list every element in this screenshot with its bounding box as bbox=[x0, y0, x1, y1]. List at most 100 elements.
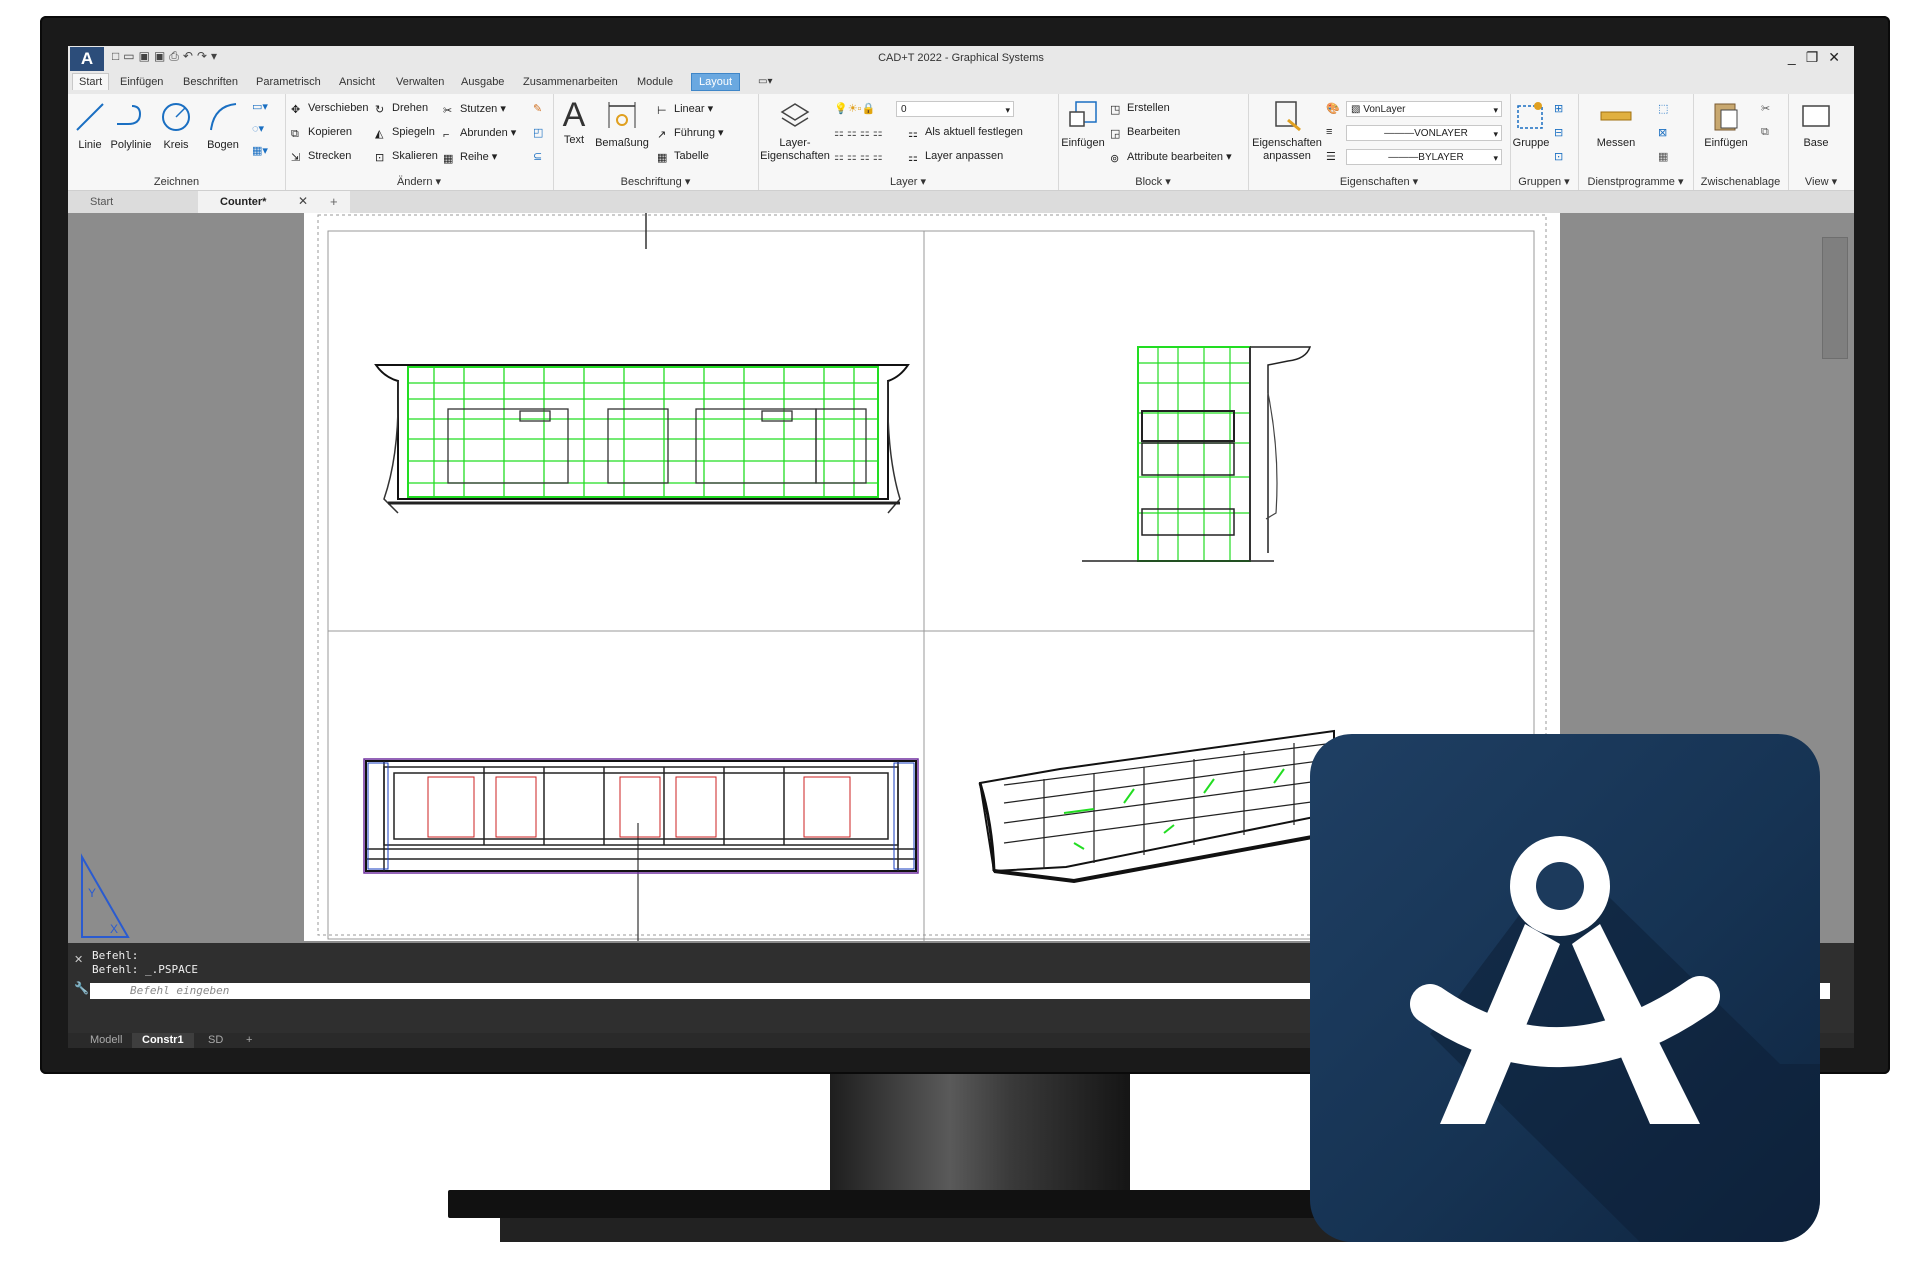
bearbeiten-button[interactable]: ◲ Bearbeiten bbox=[1110, 126, 1180, 140]
stretch-icon: ⇲ bbox=[291, 152, 301, 164]
ellipse-icon[interactable]: ◌▾ bbox=[252, 122, 264, 135]
polylinie-button[interactable]: Polylinie bbox=[108, 100, 154, 151]
layer-group-label: Layer ▾ bbox=[889, 176, 927, 188]
fuehrung-label: Führung bbox=[674, 127, 715, 139]
attribute-bearbeiten-button[interactable]: ⊚ Attribute bearbeiten ▾ bbox=[1110, 150, 1232, 165]
close-cmd-icon[interactable]: ✕ bbox=[74, 953, 83, 966]
fillet-icon: ⌐ bbox=[443, 129, 450, 141]
create-block-icon: ◳ bbox=[1110, 104, 1121, 116]
navigation-bar[interactable] bbox=[1822, 237, 1848, 359]
layer-dropdown[interactable]: 0 bbox=[896, 101, 1014, 118]
bemassung-button[interactable]: Bemaßung bbox=[593, 98, 651, 149]
spiegeln-button[interactable]: ◭ Spiegeln bbox=[375, 126, 435, 140]
block-group-label: Block ▾ bbox=[1135, 176, 1171, 188]
aendern-group-label: Ändern ▾ bbox=[396, 176, 442, 188]
messen-button[interactable]: Messen bbox=[1588, 98, 1644, 149]
eigenschaften-anpassen-button[interactable]: Eigenschaften anpassen bbox=[1250, 98, 1324, 163]
copy-icon: ⧉ bbox=[291, 128, 299, 140]
strecken-button[interactable]: ⇲ Strecken bbox=[291, 150, 351, 164]
group-view: Base View ▾ bbox=[1788, 94, 1854, 190]
layer-tools-row1[interactable]: ⚏ ⚏ ⚏ ⚏ bbox=[834, 126, 883, 139]
base-view-icon bbox=[1802, 105, 1830, 127]
clipboard-copy-icon[interactable]: ⧉ bbox=[1761, 126, 1769, 139]
verschieben-button[interactable]: ✥ Verschieben bbox=[291, 102, 369, 116]
group-zeichnen: Linie Polylinie Kreis Bogen ▭▾ ◌▾ ▦▾ Zei… bbox=[68, 94, 286, 190]
new-tab-icon[interactable]: + bbox=[330, 194, 338, 209]
linetype-dropdown[interactable]: ———VONLAYER bbox=[1346, 125, 1502, 142]
offset-icon[interactable]: ⊆ bbox=[533, 150, 542, 163]
restore-button[interactable]: ❐ bbox=[1806, 49, 1829, 65]
tab-zusammenarbeiten[interactable]: Zusammenarbeiten bbox=[523, 76, 618, 88]
quick-select-icon[interactable]: ⊠ bbox=[1658, 126, 1667, 139]
erstellen-button[interactable]: ◳ Erstellen bbox=[1110, 102, 1170, 116]
fuehrung-button[interactable]: ↗ Führung ▾ bbox=[657, 126, 724, 141]
group-layer: Layer- Eigenschaften 💡☀▫🔒 0 ⚏ ⚏ ⚏ ⚏ ⚏ Als… bbox=[758, 94, 1059, 190]
command-history: Befehl: Befehl: _.PSPACE bbox=[92, 949, 198, 977]
ungroup-icon[interactable]: ⊞ bbox=[1554, 102, 1563, 115]
close-tab-icon[interactable]: ✕ bbox=[298, 194, 308, 208]
table-icon: ▦ bbox=[657, 152, 668, 164]
select-all-icon[interactable]: ⬚ bbox=[1658, 102, 1668, 115]
eigenschaften-label: Eigenschaften bbox=[1339, 176, 1410, 188]
tab-layout[interactable]: Layout bbox=[691, 73, 741, 91]
abrunden-button[interactable]: ⌐ Abrunden ▾ bbox=[443, 126, 516, 141]
lineweight-dropdown[interactable]: ———BYLAYER bbox=[1346, 149, 1502, 166]
text-button[interactable]: A Text bbox=[557, 98, 591, 146]
reihe-button[interactable]: ▦ Reihe ▾ bbox=[443, 150, 497, 165]
paste-button[interactable]: Einfügen bbox=[1701, 98, 1751, 149]
stutzen-button[interactable]: ✂ Stutzen ▾ bbox=[443, 102, 506, 117]
cut-icon[interactable]: ✂ bbox=[1761, 102, 1770, 115]
layout-tab-modell[interactable]: Modell bbox=[80, 1033, 132, 1048]
hatch-icon[interactable]: ▦▾ bbox=[252, 144, 268, 157]
linetype-icon[interactable]: ≡ bbox=[1326, 126, 1332, 138]
close-button[interactable]: ✕ bbox=[1828, 49, 1850, 65]
tab-overflow-icon[interactable]: ▭▾ bbox=[758, 76, 772, 87]
block-einfuegen-button[interactable]: Einfügen bbox=[1060, 98, 1106, 149]
kreis-button[interactable]: Kreis bbox=[156, 100, 196, 151]
als-aktuell-button[interactable]: ⚏ Als aktuell festlegen bbox=[908, 126, 1023, 140]
monitor-stand-neck bbox=[830, 1074, 1130, 1194]
base-button[interactable]: Base bbox=[1796, 98, 1836, 149]
doc-tab-counter[interactable]: Counter* bbox=[198, 191, 350, 213]
calculator-icon[interactable]: ▦ bbox=[1658, 150, 1668, 163]
group-select-icon[interactable]: ⊡ bbox=[1554, 150, 1563, 163]
bogen-button[interactable]: Bogen bbox=[200, 100, 246, 151]
window-controls: _❐✕ bbox=[1788, 49, 1850, 66]
lineweight-icon[interactable]: ☰ bbox=[1326, 150, 1336, 163]
history-line-2: Befehl: _.PSPACE bbox=[92, 963, 198, 976]
layout-tab-sd[interactable]: SD bbox=[198, 1033, 233, 1048]
tab-parametrisch[interactable]: Parametrisch bbox=[256, 76, 321, 88]
group-eigenschaften: Eigenschaften anpassen 🎨 ▧ VonLayer ≡ ——… bbox=[1248, 94, 1511, 190]
layer-anpassen-label: Layer anpassen bbox=[925, 150, 1004, 162]
tab-beschriften[interactable]: Beschriften bbox=[183, 76, 238, 88]
layout-tab-constr1[interactable]: Constr1 bbox=[132, 1033, 194, 1048]
top-view-drawing bbox=[363, 758, 919, 874]
explode-icon[interactable]: ◰ bbox=[533, 126, 543, 139]
add-layout-icon[interactable]: + bbox=[236, 1033, 262, 1048]
color-dropdown[interactable]: ▧ VonLayer bbox=[1346, 101, 1502, 118]
gruppe-button[interactable]: Gruppe bbox=[1512, 98, 1550, 149]
skalieren-button[interactable]: ⊡ Skalieren bbox=[375, 150, 438, 164]
kopieren-button[interactable]: ⧉ Kopieren bbox=[291, 126, 352, 140]
drehen-button[interactable]: ↻ Drehen bbox=[375, 102, 428, 116]
layer-tools-row2[interactable]: ⚏ ⚏ ⚏ ⚏ bbox=[834, 150, 883, 163]
tab-ausgabe[interactable]: Ausgabe bbox=[461, 76, 504, 88]
color-wheel-icon[interactable]: 🎨 bbox=[1326, 102, 1340, 115]
rectangle-icon[interactable]: ▭▾ bbox=[252, 100, 268, 113]
doc-tab-start[interactable]: Start bbox=[68, 191, 200, 213]
tab-start[interactable]: Start bbox=[72, 73, 110, 90]
linear-button[interactable]: ⊢ Linear ▾ bbox=[657, 102, 713, 117]
layer-anpassen-button[interactable]: ⚏ Layer anpassen bbox=[908, 150, 1004, 164]
tabelle-button[interactable]: ▦ Tabelle bbox=[657, 150, 709, 164]
tab-module[interactable]: Module bbox=[637, 76, 673, 88]
tab-einfuegen[interactable]: Einfügen bbox=[120, 76, 163, 88]
erase-icon[interactable]: ✎ bbox=[533, 102, 542, 115]
tab-ansicht[interactable]: Ansicht bbox=[339, 76, 375, 88]
minimize-button[interactable]: _ bbox=[1788, 49, 1806, 65]
tab-verwalten[interactable]: Verwalten bbox=[396, 76, 444, 88]
verschieben-label: Verschieben bbox=[308, 102, 369, 114]
linie-button[interactable]: Linie bbox=[70, 100, 110, 151]
wrench-icon[interactable]: 🔧 bbox=[74, 981, 89, 995]
group-edit-icon[interactable]: ⊟ bbox=[1554, 126, 1563, 139]
layer-eigenschaften-button[interactable]: Layer- Eigenschaften bbox=[760, 98, 830, 163]
